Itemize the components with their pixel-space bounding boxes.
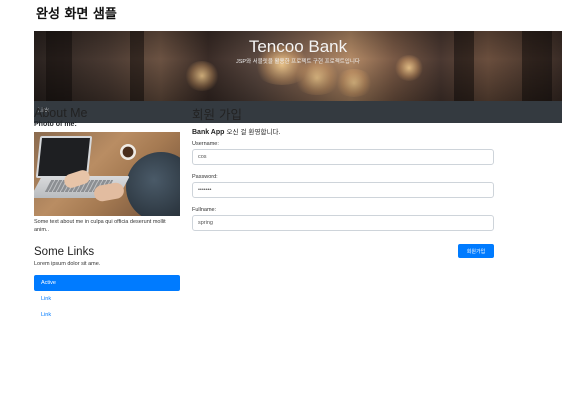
nav-pill-link[interactable]: Link bbox=[34, 307, 180, 323]
password-label: Password: bbox=[192, 174, 218, 180]
coffee-cup-image bbox=[120, 144, 136, 160]
form-heading: 회원 가입 bbox=[192, 107, 242, 122]
about-heading: About Me bbox=[34, 106, 88, 120]
password-field[interactable] bbox=[192, 182, 494, 198]
profile-photo-image bbox=[34, 132, 180, 216]
fullname-field[interactable] bbox=[192, 215, 494, 231]
jumbotron-title: Tencoo Bank bbox=[248, 37, 348, 56]
username-label: Username: bbox=[192, 141, 219, 147]
jumbotron-banner: Tencoo Bank JSP와 서블릿을 활용한 프로젝트 구현 프로젝트입니… bbox=[34, 31, 562, 101]
about-caption: Some text about me in culpa qui officia … bbox=[34, 219, 166, 233]
welcome-text: 오신 걸 환영합니다. bbox=[224, 128, 281, 136]
nav-pill-active[interactable]: Active bbox=[34, 275, 180, 291]
welcome-app-name: Bank App bbox=[192, 129, 225, 136]
links-nav: Active Link Link bbox=[34, 275, 180, 323]
person-image bbox=[126, 152, 180, 216]
signup-form-column: 회원 가입 Bank App 오신 걸 환영합니다. Username: Pas… bbox=[192, 104, 494, 258]
jumbotron-subtitle: JSP와 서블릿을 활용한 프로젝트 구현 프로젝트입니다 bbox=[236, 59, 360, 65]
fullname-label: Fullname: bbox=[192, 207, 217, 213]
username-field[interactable] bbox=[192, 149, 494, 165]
links-description: Lorem ipsum dolor sit ame. bbox=[34, 261, 101, 267]
links-heading: Some Links bbox=[34, 246, 95, 258]
photo-label: Photo of me: bbox=[34, 121, 77, 128]
sidebar-column: About Me Photo of me: Some text about me… bbox=[34, 106, 180, 323]
signup-button[interactable]: 회원가입 bbox=[458, 244, 494, 258]
welcome-message: Bank App 오신 걸 환영합니다. bbox=[192, 126, 494, 136]
document-title: 완성 화면 샘플 bbox=[36, 7, 117, 22]
nav-pill-link[interactable]: Link bbox=[34, 291, 180, 307]
